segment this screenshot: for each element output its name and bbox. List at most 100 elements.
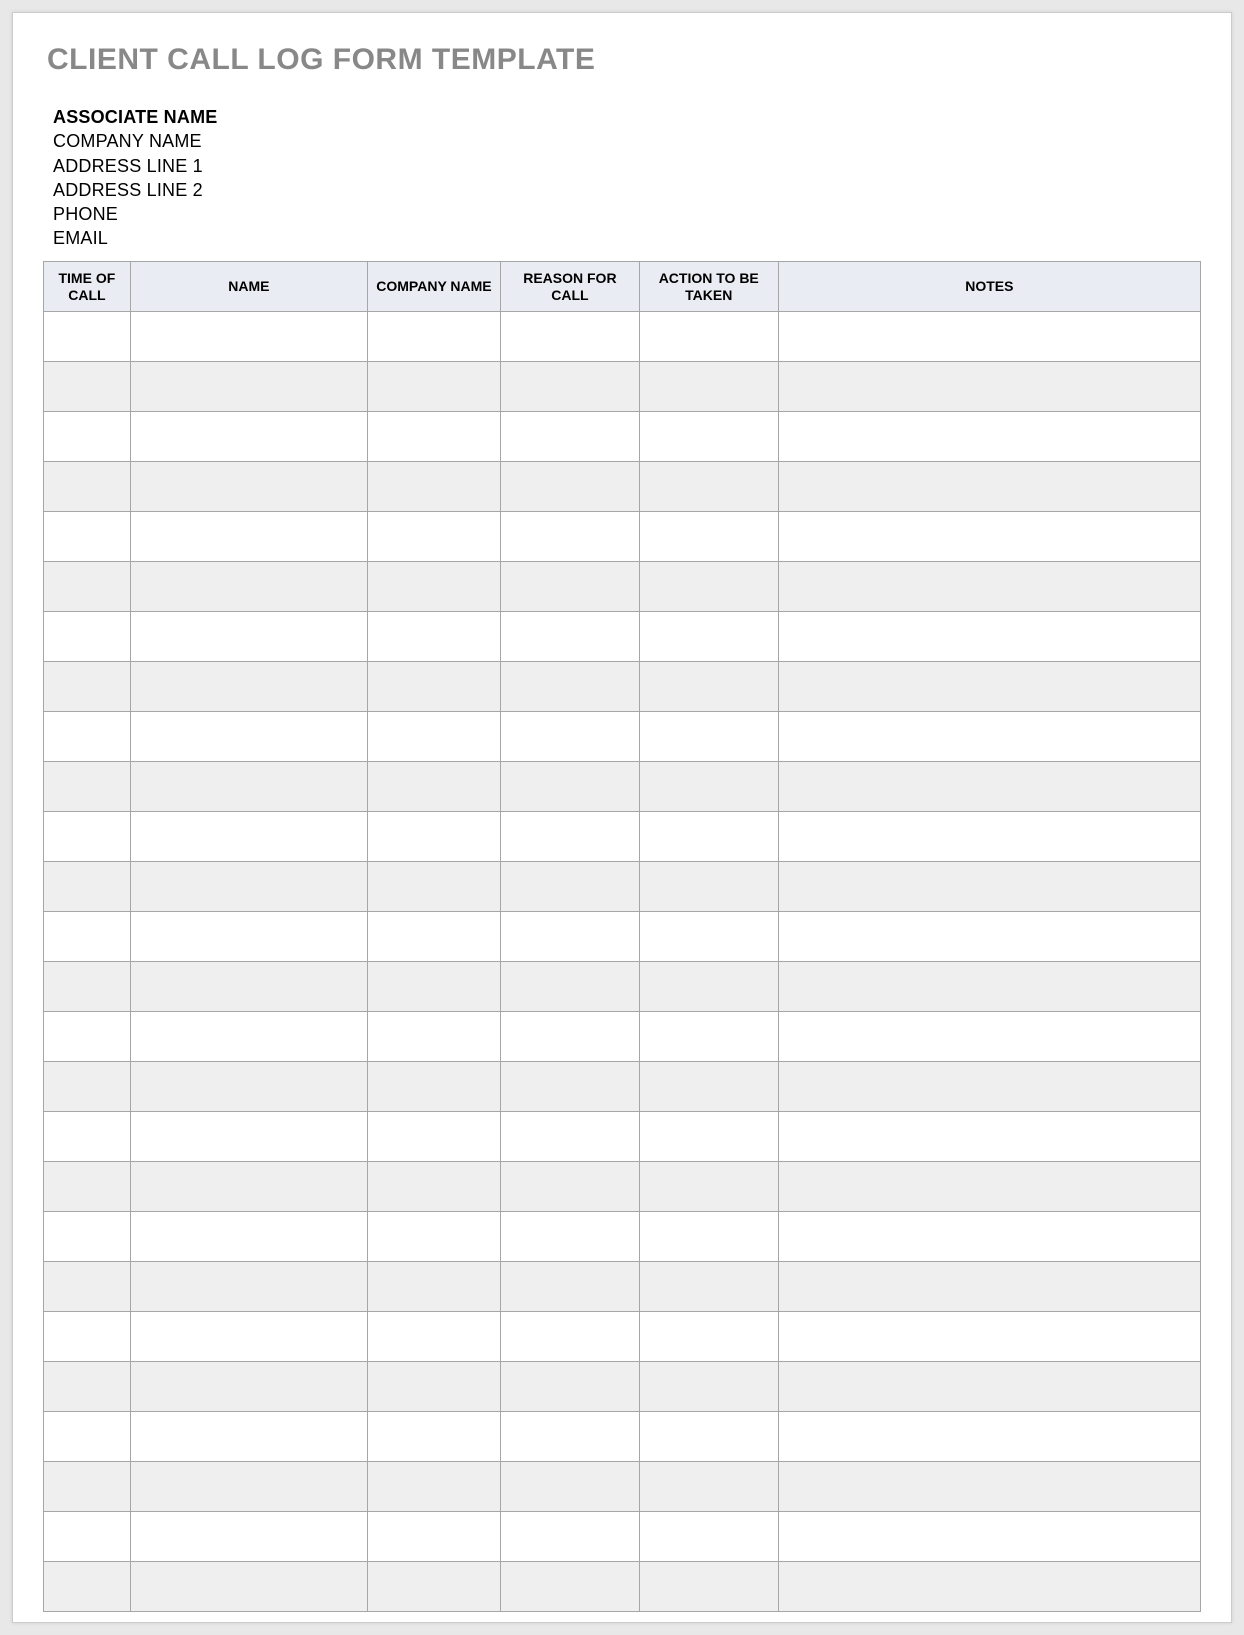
table-cell[interactable] bbox=[500, 862, 639, 912]
table-cell[interactable] bbox=[778, 1262, 1200, 1312]
table-cell[interactable] bbox=[130, 612, 367, 662]
table-cell[interactable] bbox=[367, 1362, 500, 1412]
table-cell[interactable] bbox=[500, 1512, 639, 1562]
table-cell[interactable] bbox=[778, 562, 1200, 612]
table-cell[interactable] bbox=[639, 1412, 778, 1462]
table-cell[interactable] bbox=[639, 612, 778, 662]
table-cell[interactable] bbox=[130, 662, 367, 712]
table-cell[interactable] bbox=[130, 1562, 367, 1612]
table-cell[interactable] bbox=[130, 762, 367, 812]
table-cell[interactable] bbox=[639, 712, 778, 762]
table-cell[interactable] bbox=[639, 512, 778, 562]
table-cell[interactable] bbox=[778, 912, 1200, 962]
table-cell[interactable] bbox=[44, 1062, 131, 1112]
table-cell[interactable] bbox=[367, 1312, 500, 1362]
table-cell[interactable] bbox=[500, 762, 639, 812]
table-cell[interactable] bbox=[778, 412, 1200, 462]
table-cell[interactable] bbox=[500, 462, 639, 512]
table-cell[interactable] bbox=[778, 462, 1200, 512]
table-cell[interactable] bbox=[778, 1012, 1200, 1062]
table-cell[interactable] bbox=[44, 1112, 131, 1162]
table-cell[interactable] bbox=[44, 462, 131, 512]
table-cell[interactable] bbox=[500, 912, 639, 962]
table-cell[interactable] bbox=[44, 362, 131, 412]
table-cell[interactable] bbox=[778, 1512, 1200, 1562]
table-cell[interactable] bbox=[44, 1512, 131, 1562]
table-cell[interactable] bbox=[130, 812, 367, 862]
table-cell[interactable] bbox=[778, 862, 1200, 912]
table-cell[interactable] bbox=[500, 1412, 639, 1462]
table-cell[interactable] bbox=[130, 312, 367, 362]
table-cell[interactable] bbox=[778, 1162, 1200, 1212]
table-cell[interactable] bbox=[500, 562, 639, 612]
table-cell[interactable] bbox=[778, 712, 1200, 762]
table-cell[interactable] bbox=[639, 912, 778, 962]
table-cell[interactable] bbox=[130, 1212, 367, 1262]
table-cell[interactable] bbox=[639, 1262, 778, 1312]
table-cell[interactable] bbox=[367, 1212, 500, 1262]
table-cell[interactable] bbox=[367, 562, 500, 612]
table-cell[interactable] bbox=[130, 912, 367, 962]
table-cell[interactable] bbox=[130, 1462, 367, 1512]
table-cell[interactable] bbox=[639, 762, 778, 812]
table-cell[interactable] bbox=[500, 712, 639, 762]
table-cell[interactable] bbox=[367, 1062, 500, 1112]
table-cell[interactable] bbox=[367, 912, 500, 962]
table-cell[interactable] bbox=[778, 1462, 1200, 1512]
table-cell[interactable] bbox=[130, 1162, 367, 1212]
table-cell[interactable] bbox=[778, 1412, 1200, 1462]
table-cell[interactable] bbox=[639, 1562, 778, 1612]
table-cell[interactable] bbox=[44, 762, 131, 812]
table-cell[interactable] bbox=[367, 862, 500, 912]
table-cell[interactable] bbox=[500, 312, 639, 362]
table-cell[interactable] bbox=[500, 1212, 639, 1262]
table-cell[interactable] bbox=[44, 1262, 131, 1312]
table-cell[interactable] bbox=[44, 1212, 131, 1262]
table-cell[interactable] bbox=[367, 512, 500, 562]
table-cell[interactable] bbox=[367, 812, 500, 862]
table-cell[interactable] bbox=[778, 962, 1200, 1012]
table-cell[interactable] bbox=[367, 1012, 500, 1062]
table-cell[interactable] bbox=[639, 962, 778, 1012]
table-cell[interactable] bbox=[130, 862, 367, 912]
table-cell[interactable] bbox=[639, 1012, 778, 1062]
table-cell[interactable] bbox=[130, 412, 367, 462]
table-cell[interactable] bbox=[500, 962, 639, 1012]
table-cell[interactable] bbox=[44, 1312, 131, 1362]
table-cell[interactable] bbox=[639, 862, 778, 912]
table-cell[interactable] bbox=[500, 1112, 639, 1162]
table-cell[interactable] bbox=[500, 612, 639, 662]
table-cell[interactable] bbox=[130, 512, 367, 562]
table-cell[interactable] bbox=[500, 1012, 639, 1062]
table-cell[interactable] bbox=[778, 812, 1200, 862]
table-cell[interactable] bbox=[639, 812, 778, 862]
table-cell[interactable] bbox=[500, 1562, 639, 1612]
table-cell[interactable] bbox=[639, 362, 778, 412]
table-cell[interactable] bbox=[778, 762, 1200, 812]
table-cell[interactable] bbox=[639, 1112, 778, 1162]
table-cell[interactable] bbox=[44, 312, 131, 362]
table-cell[interactable] bbox=[639, 1312, 778, 1362]
table-cell[interactable] bbox=[778, 1562, 1200, 1612]
table-cell[interactable] bbox=[639, 662, 778, 712]
table-cell[interactable] bbox=[44, 612, 131, 662]
table-cell[interactable] bbox=[44, 812, 131, 862]
table-cell[interactable] bbox=[639, 412, 778, 462]
table-cell[interactable] bbox=[367, 662, 500, 712]
table-cell[interactable] bbox=[778, 1062, 1200, 1112]
table-cell[interactable] bbox=[44, 1562, 131, 1612]
table-cell[interactable] bbox=[778, 612, 1200, 662]
table-cell[interactable] bbox=[778, 1212, 1200, 1262]
table-cell[interactable] bbox=[130, 1112, 367, 1162]
table-cell[interactable] bbox=[367, 1562, 500, 1612]
table-cell[interactable] bbox=[130, 1012, 367, 1062]
table-cell[interactable] bbox=[44, 412, 131, 462]
table-cell[interactable] bbox=[778, 1112, 1200, 1162]
table-cell[interactable] bbox=[500, 662, 639, 712]
table-cell[interactable] bbox=[367, 962, 500, 1012]
table-cell[interactable] bbox=[778, 1312, 1200, 1362]
table-cell[interactable] bbox=[367, 412, 500, 462]
table-cell[interactable] bbox=[44, 712, 131, 762]
table-cell[interactable] bbox=[130, 462, 367, 512]
table-cell[interactable] bbox=[778, 312, 1200, 362]
